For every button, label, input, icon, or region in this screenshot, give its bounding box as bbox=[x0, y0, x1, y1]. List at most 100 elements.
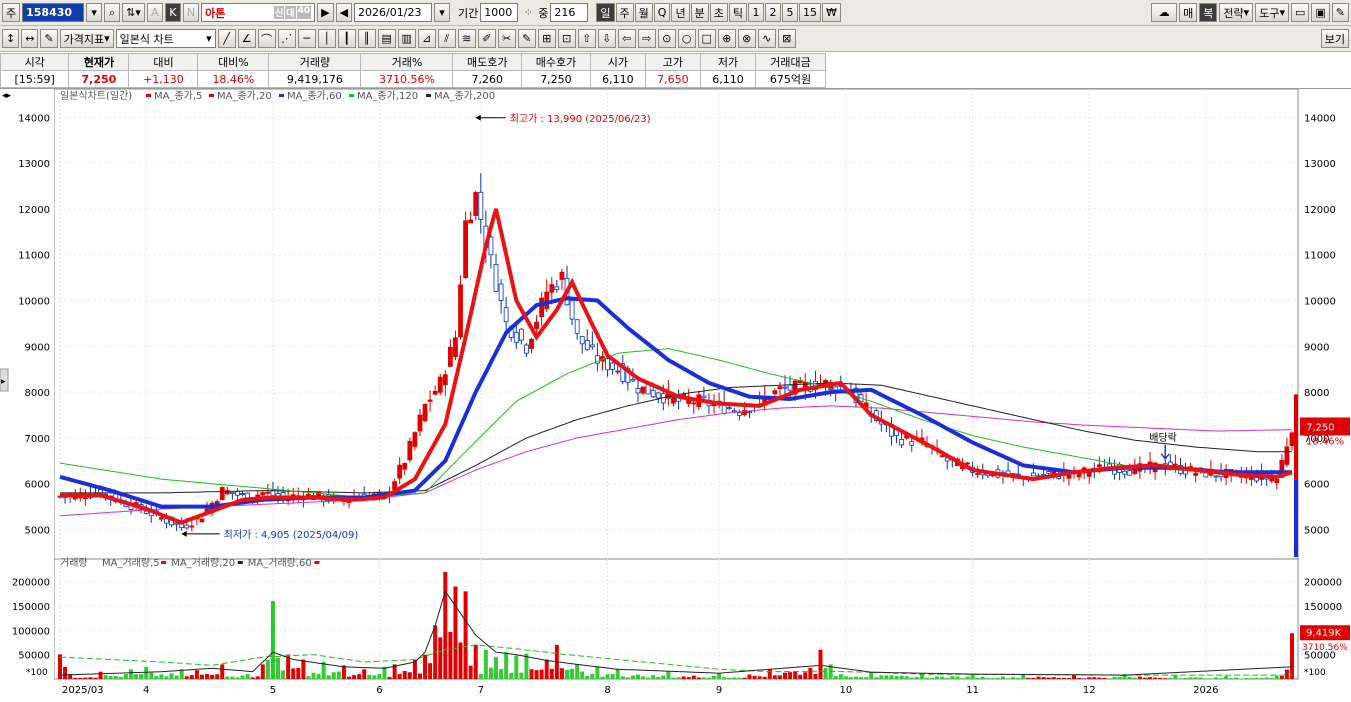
price-box: 7,250 bbox=[1306, 422, 1335, 433]
period-button-12[interactable]: ₩ bbox=[822, 3, 841, 22]
tools-button[interactable]: 도구▾ bbox=[1255, 3, 1289, 22]
draw-tool-26-icon[interactable]: ⊗ bbox=[738, 29, 756, 48]
draw-tool-25-icon[interactable]: ⊕ bbox=[718, 29, 736, 48]
draw-tool-8-icon[interactable]: ▤ bbox=[378, 29, 396, 48]
volume-bar-80 bbox=[464, 591, 468, 679]
right-button-1[interactable]: 복 bbox=[1199, 3, 1217, 22]
draw-tool-14-icon[interactable]: ✂ bbox=[498, 29, 516, 48]
volume-bar-197 bbox=[1057, 678, 1061, 679]
period-button-1[interactable]: 주 bbox=[616, 3, 634, 22]
save-icon[interactable]: ▣ bbox=[1311, 3, 1329, 22]
volume-bar-164 bbox=[889, 675, 893, 679]
arrow-left-right-icon[interactable]: ↔ bbox=[21, 29, 38, 48]
period-input[interactable]: 1000 bbox=[480, 3, 518, 22]
chart-area[interactable]: 2025/03456789101112202650005000600060007… bbox=[0, 89, 1351, 699]
draw-tool-16-icon[interactable]: ⊞ bbox=[538, 29, 556, 48]
draw-tool-28-icon[interactable]: ⊠ bbox=[778, 29, 796, 48]
period-button-10[interactable]: 5 bbox=[782, 3, 798, 22]
volume-bar-63 bbox=[377, 674, 381, 679]
draw-tool-7-icon[interactable]: ║ bbox=[358, 29, 376, 48]
edit-icon[interactable]: ✎ bbox=[40, 29, 57, 48]
search-icon[interactable]: ⌕ bbox=[104, 3, 120, 22]
date-input[interactable]: 2026/01/23 bbox=[354, 3, 432, 22]
draw-tool-6-icon[interactable]: ┃ bbox=[338, 29, 356, 48]
draw-tool-3-icon[interactable]: ⋰ bbox=[278, 29, 296, 48]
period-button-6[interactable]: 초 bbox=[710, 3, 728, 22]
scale-tag-right: *100 bbox=[1304, 668, 1326, 678]
vol-tick-left-1: 100000 bbox=[12, 626, 50, 637]
price-index-button[interactable]: 가격지표▾ bbox=[60, 29, 114, 48]
stock-code-input[interactable]: 158430 bbox=[22, 3, 84, 22]
vol-tick-right-2: 150000 bbox=[1304, 602, 1342, 613]
draw-tool-21-icon[interactable]: ⇨ bbox=[638, 29, 656, 48]
letter-k-button[interactable]: K bbox=[165, 3, 181, 22]
vol-tick-left-2: 150000 bbox=[12, 602, 50, 613]
period-button-2[interactable]: 월 bbox=[635, 3, 653, 22]
volume-bar-58 bbox=[352, 675, 356, 679]
draw-tool-23-icon[interactable]: ○ bbox=[678, 29, 696, 48]
period-button-0[interactable]: 일 bbox=[596, 3, 614, 22]
draw-tool-24-icon[interactable]: □ bbox=[698, 29, 716, 48]
candle-body-114 bbox=[636, 388, 640, 393]
x-tick-label-0: 2025/03 bbox=[62, 685, 104, 696]
candlestick-chart[interactable]: 2025/03456789101112202650005000600060007… bbox=[0, 89, 1351, 699]
period-button-9[interactable]: 2 bbox=[765, 3, 781, 22]
cloud-icon[interactable]: ☁ bbox=[1151, 3, 1177, 22]
period-button-4[interactable]: 년 bbox=[671, 3, 689, 22]
period-button-7[interactable]: 틱 bbox=[729, 3, 747, 22]
period-button-8[interactable]: 1 bbox=[748, 3, 764, 22]
count-input[interactable]: 216 bbox=[550, 3, 588, 22]
date-dropdown-chevron-icon[interactable]: ▾ bbox=[434, 3, 450, 22]
stock-name-field[interactable]: 아톤 신 대 40 bbox=[201, 3, 315, 22]
draw-tool-1-icon[interactable]: ∠ bbox=[238, 29, 256, 48]
volume-bar-12 bbox=[119, 677, 123, 679]
draw-tool-12-icon[interactable]: ≋ bbox=[458, 29, 476, 48]
volume-bar-216 bbox=[1153, 678, 1157, 679]
draw-tool-4-icon[interactable]: ─ bbox=[298, 29, 316, 48]
draw-tool-15-icon[interactable]: ✎ bbox=[518, 29, 536, 48]
volume-bar-212 bbox=[1133, 678, 1137, 679]
draw-tool-19-icon[interactable]: ⇩ bbox=[598, 29, 616, 48]
folder-icon[interactable]: ▭ bbox=[1291, 3, 1309, 22]
draw-tool-20-icon[interactable]: ⇦ bbox=[618, 29, 636, 48]
period-button-11[interactable]: 15 bbox=[799, 3, 821, 22]
candle-body-205 bbox=[1097, 465, 1101, 467]
drawing-toolbar: ↕ ↔ ✎ 가격지표▾ 일본식 차트▾ ╱∠⌒⋰─│┃║▤▥⊿⫽≋✐✂✎⊞⊡⇧⇩… bbox=[0, 26, 1351, 52]
draw-tool-0-icon[interactable]: ╱ bbox=[218, 29, 236, 48]
volume-bar-211 bbox=[1128, 677, 1132, 679]
draw-tool-5-icon[interactable]: │ bbox=[318, 29, 336, 48]
draw-tool-2-icon[interactable]: ⌒ bbox=[258, 29, 276, 48]
volume-bar-229 bbox=[1219, 678, 1223, 679]
arrow-up-down-icon[interactable]: ↕ bbox=[2, 29, 19, 48]
play-icon[interactable]: ▶ bbox=[317, 3, 333, 22]
strategy-button[interactable]: 전략▾ bbox=[1219, 3, 1253, 22]
draw-tool-22-icon[interactable]: ⊙ bbox=[658, 29, 676, 48]
sort-icon[interactable]: ⇅▾ bbox=[122, 3, 145, 22]
letter-a-button[interactable]: A bbox=[147, 3, 163, 22]
volume-bar-182 bbox=[981, 677, 985, 679]
draw-tool-10-icon[interactable]: ⊿ bbox=[418, 29, 436, 48]
draw-tool-11-icon[interactable]: ⫽ bbox=[438, 29, 456, 48]
draw-tool-17-icon[interactable]: ⊡ bbox=[558, 29, 576, 48]
candle-body-68 bbox=[403, 463, 407, 469]
wrench-icon[interactable]: ✎ bbox=[1332, 3, 1349, 22]
letter-n-button[interactable]: N bbox=[183, 3, 199, 22]
link-icon[interactable]: ⁘ bbox=[520, 3, 536, 22]
candle-body-142 bbox=[778, 387, 782, 389]
period-button-3[interactable]: Q bbox=[654, 3, 671, 22]
period-button-5[interactable]: 분 bbox=[691, 3, 709, 22]
draw-tool-27-icon[interactable]: ∿ bbox=[758, 29, 776, 48]
draw-tool-18-icon[interactable]: ⇧ bbox=[578, 29, 596, 48]
draw-tool-9-icon[interactable]: ▥ bbox=[398, 29, 416, 48]
right-button-0[interactable]: 매 bbox=[1179, 3, 1197, 22]
code-dropdown-chevron-icon[interactable]: ▾ bbox=[86, 3, 102, 22]
view-button[interactable]: 보기 bbox=[1321, 29, 1349, 48]
market-selector[interactable]: 주 bbox=[2, 3, 20, 22]
quote-header-4: 거래량 bbox=[269, 54, 361, 71]
chart-type-select[interactable]: 일본식 차트▾ bbox=[116, 29, 216, 48]
drawing-tools: ╱∠⌒⋰─│┃║▤▥⊿⫽≋✐✂✎⊞⊡⇧⇩⇦⇨⊙○□⊕⊗∿⊠ bbox=[218, 29, 796, 48]
back-icon[interactable]: ◀ bbox=[336, 3, 352, 22]
draw-tool-13-icon[interactable]: ✐ bbox=[478, 29, 496, 48]
candle-body-95 bbox=[540, 298, 544, 317]
candle-body-118 bbox=[656, 393, 660, 398]
